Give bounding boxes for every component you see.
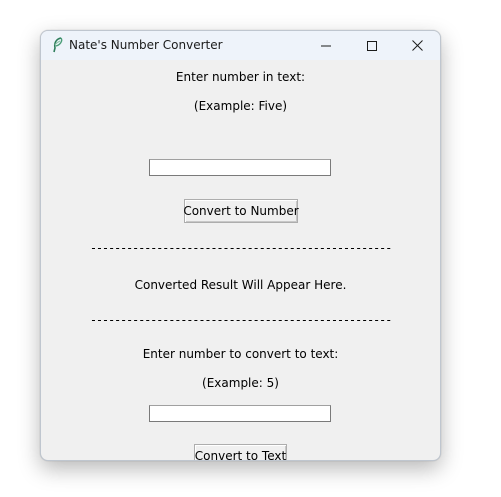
minimize-button[interactable] — [303, 31, 349, 60]
app-window: Nate's Number Converter Enter number in … — [40, 30, 441, 461]
title-bar[interactable]: Nate's Number Converter — [41, 31, 440, 60]
close-button[interactable] — [394, 31, 440, 60]
number-input-example: (Example: 5) — [202, 376, 279, 390]
maximize-button[interactable] — [349, 31, 395, 60]
text-input-prompt: Enter number in text: — [175, 70, 306, 84]
feather-icon — [51, 37, 65, 53]
convert-to-number-button[interactable]: Convert to Number — [183, 199, 299, 223]
numeric-input[interactable] — [149, 405, 331, 422]
close-icon — [411, 40, 423, 51]
converted-result-label: Converted Result Will Appear Here. — [134, 278, 347, 292]
minimize-icon — [321, 41, 331, 51]
number-input-prompt: Enter number to convert to text: — [142, 347, 339, 361]
text-input-example: (Example: Five) — [193, 99, 288, 113]
divider-top: ----------------------------------------… — [89, 241, 392, 255]
convert-to-text-button[interactable]: Convert to Text — [194, 444, 287, 460]
window-title: Nate's Number Converter — [69, 38, 223, 52]
maximize-icon — [367, 40, 377, 51]
text-number-input[interactable] — [149, 159, 331, 176]
window-content: Enter number in text: (Example: Five) Co… — [41, 60, 440, 460]
divider-bottom: ----------------------------------------… — [89, 313, 392, 327]
